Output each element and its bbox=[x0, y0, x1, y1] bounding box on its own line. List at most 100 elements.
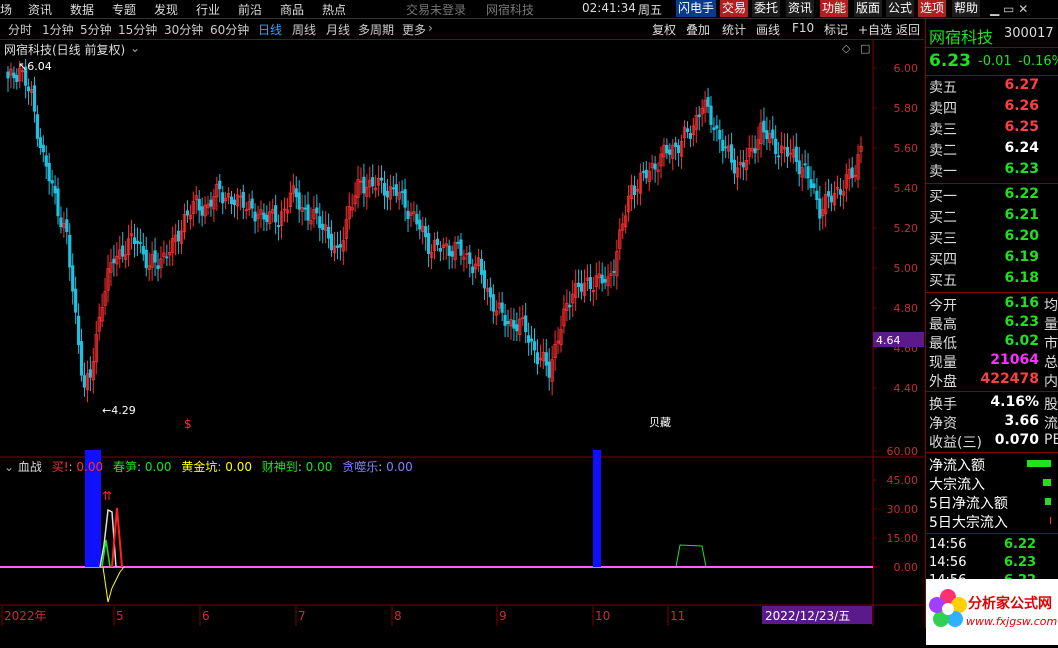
menu-item-news[interactable]: 资讯 bbox=[28, 1, 52, 18]
formula-button[interactable]: 公式 bbox=[886, 0, 915, 17]
candle-body bbox=[809, 179, 813, 189]
trade-button[interactable]: 交易 bbox=[720, 0, 749, 17]
flash-trade-button[interactable]: 闪电手 bbox=[676, 0, 717, 17]
bid-row-value: 6.21 bbox=[1004, 207, 1039, 223]
bid-row-label: 买五 bbox=[929, 273, 957, 289]
x-axis-label: 11 bbox=[670, 609, 685, 623]
tab-daily[interactable]: 日线 bbox=[258, 21, 282, 38]
top-menu-bar: 场 资讯 数据 专题 发现 行业 前沿 商品 热点 交易未登录 网宿科技 02:… bbox=[0, 0, 1058, 19]
candle-body bbox=[774, 138, 778, 155]
low-price-label: ←4.29 bbox=[102, 404, 136, 417]
tab-timeshare[interactable]: 分时 bbox=[8, 21, 32, 38]
orders-button[interactable]: 委托 bbox=[752, 0, 781, 17]
candle-body bbox=[632, 185, 637, 195]
menu-item-discover[interactable]: 发现 bbox=[154, 1, 178, 18]
candle-body bbox=[762, 120, 766, 133]
f10-button[interactable]: F10 bbox=[792, 21, 814, 35]
period-toolbar: 分时 1分钟 5分钟 15分钟 30分钟 60分钟 日线 周线 月线 多周期 更… bbox=[0, 19, 924, 40]
options-button[interactable]: 选项 bbox=[918, 0, 947, 17]
bid-row-value: 6.22 bbox=[1004, 186, 1039, 202]
candle-body bbox=[165, 256, 169, 259]
functions-button[interactable]: 功能 bbox=[820, 0, 849, 17]
y-tick-label: 5.40 bbox=[894, 182, 919, 195]
stat-row-tail: 量 bbox=[1044, 317, 1058, 333]
candle-body bbox=[524, 315, 528, 333]
stat-row-value: 0.070 bbox=[994, 432, 1039, 448]
candle-body bbox=[50, 180, 54, 184]
chevron-right-icon[interactable]: › bbox=[428, 21, 433, 35]
add-watchlist-button[interactable]: +自选 bbox=[858, 21, 892, 38]
menu-item-topics[interactable]: 专题 bbox=[112, 1, 136, 18]
status-stock-name: 网宿科技 bbox=[486, 3, 535, 17]
tab-weekly[interactable]: 周线 bbox=[292, 21, 316, 38]
menu-item-industry[interactable]: 行业 bbox=[196, 1, 220, 18]
x-axis-label: 5 bbox=[116, 609, 124, 623]
overlay-button[interactable]: 叠加 bbox=[686, 21, 710, 38]
x-axis-label: 6 bbox=[202, 609, 210, 623]
tab-1min[interactable]: 1分钟 bbox=[42, 21, 74, 38]
chart-area[interactable]: 网宿科技(日线 前复权) ⌄ ◇ □ 6.00 5.80 5.60 5.40 5.20 5… bbox=[0, 40, 924, 626]
candle-body bbox=[697, 114, 701, 117]
y-tick-label: 5.00 bbox=[894, 262, 919, 275]
tab-30min[interactable]: 30分钟 bbox=[164, 21, 203, 38]
candle-body bbox=[527, 335, 531, 343]
tick-time: 14:56 bbox=[929, 537, 967, 552]
menu-item-data[interactable]: 数据 bbox=[70, 1, 94, 18]
stock-code: 300017 bbox=[1004, 26, 1054, 41]
x-axis-label: 7 bbox=[298, 609, 306, 623]
candle-body bbox=[506, 320, 510, 324]
indicator-red-line bbox=[111, 507, 123, 568]
menu-item-commodity[interactable]: 商品 bbox=[280, 1, 304, 18]
tab-5min[interactable]: 5分钟 bbox=[80, 21, 112, 38]
candle-body bbox=[315, 207, 319, 214]
tab-multi-period[interactable]: 多周期 bbox=[358, 21, 394, 38]
bid-row: 买二 6.21 bbox=[926, 207, 1058, 226]
indicator-green-plateau bbox=[675, 544, 707, 568]
tab-15min[interactable]: 15分钟 bbox=[118, 21, 157, 38]
candle-body bbox=[488, 287, 492, 298]
candle-body bbox=[665, 144, 669, 154]
candle-body bbox=[641, 171, 645, 173]
candle-body bbox=[135, 240, 140, 244]
indicator-header: ⌄ 血战 买!: 0.00 春笋: 0.00 黄金坑: 0.00 财神到: 0.… bbox=[4, 460, 413, 474]
menu-item-market[interactable]: 场 bbox=[0, 1, 12, 18]
candle-body bbox=[456, 241, 460, 244]
news-button[interactable]: 资讯 bbox=[786, 0, 815, 17]
adjust-button[interactable]: 复权 bbox=[652, 21, 676, 38]
candle-body bbox=[391, 187, 395, 190]
candle-body bbox=[818, 198, 822, 219]
candle-body bbox=[197, 199, 201, 211]
menu-item-frontier[interactable]: 前沿 bbox=[238, 1, 262, 18]
candle-body bbox=[547, 361, 551, 378]
candle-body bbox=[82, 375, 87, 388]
window-controls[interactable]: ▁ ▭ ✕ bbox=[990, 2, 1028, 16]
tick-time: 14:56 bbox=[929, 555, 967, 570]
y-tick-label: 5.60 bbox=[894, 142, 919, 155]
mark-button[interactable]: 标记 bbox=[824, 21, 848, 38]
back-button[interactable]: 返回 bbox=[896, 21, 920, 38]
layout-button[interactable]: 版面 bbox=[854, 0, 883, 17]
chevron-down-icon[interactable]: ⌄ bbox=[4, 460, 14, 474]
candle-body bbox=[38, 137, 42, 148]
candle-body bbox=[529, 338, 534, 342]
menu-item-hot[interactable]: 热点 bbox=[322, 1, 346, 18]
tab-60min[interactable]: 60分钟 bbox=[210, 21, 249, 38]
draw-button[interactable]: 画线 bbox=[756, 21, 780, 38]
flow-row: 净流入额 bbox=[926, 455, 1058, 474]
flow-label: 5日净流入额 bbox=[929, 496, 1008, 512]
candle-body bbox=[785, 146, 790, 157]
tick-row: 14:56 6.22 bbox=[926, 537, 1058, 554]
candle-body bbox=[241, 191, 245, 208]
stat-row-value: 3.66 bbox=[1004, 413, 1039, 429]
statistics-button[interactable]: 统计 bbox=[722, 21, 746, 38]
candle-body bbox=[712, 127, 716, 131]
candle-body bbox=[56, 188, 60, 217]
candle-body bbox=[438, 247, 442, 252]
tab-monthly[interactable]: 月线 bbox=[326, 21, 350, 38]
bid-row-label: 买四 bbox=[929, 252, 957, 268]
help-button[interactable]: 帮助 bbox=[952, 0, 981, 17]
tab-more[interactable]: 更多 bbox=[402, 21, 426, 38]
buy-signal-marker: $ bbox=[184, 417, 192, 431]
candle-body bbox=[435, 238, 440, 246]
stat-row-label: 外盘 bbox=[929, 374, 957, 390]
